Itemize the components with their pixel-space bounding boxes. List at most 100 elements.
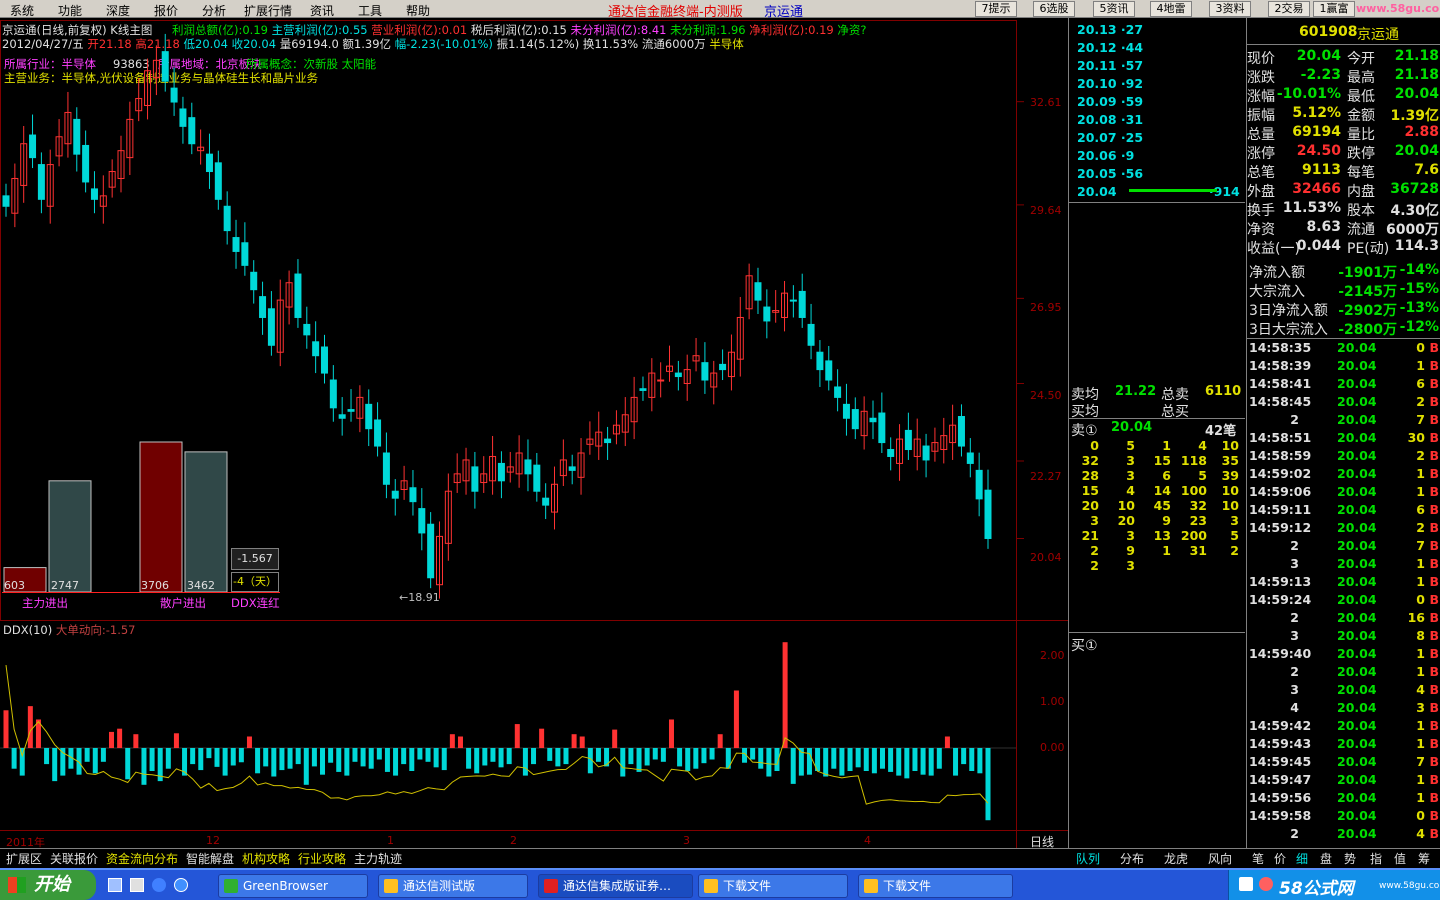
toolbar-tips-button[interactable]: 7提示 (975, 1, 1017, 17)
ask-price: 20.05 (1077, 166, 1117, 181)
trade-side: B (1429, 754, 1439, 769)
ask-level[interactable]: 20.06 ·9 (1077, 148, 1134, 163)
queue-cell: 3 (1126, 453, 1135, 468)
menu-info[interactable]: 资讯 (310, 2, 334, 19)
trade-price: 20.04 (1337, 412, 1377, 427)
tab-trend[interactable]: 势 (1344, 850, 1356, 867)
toolbar-yingfu-button[interactable]: 1赢富 (1313, 1, 1355, 17)
tab-queue[interactable]: 队列 (1076, 850, 1100, 867)
menu-help[interactable]: 帮助 (406, 2, 430, 19)
ddx-bar (888, 748, 894, 772)
tab-institution[interactable]: 机构攻略 (242, 850, 290, 867)
ime-icon[interactable] (1239, 877, 1253, 891)
ask-level[interactable]: 20.08 ·31 (1077, 112, 1143, 127)
ask-level[interactable]: 20.10 ·92 (1077, 76, 1143, 91)
toolbar-trade-button[interactable]: 2交易 (1268, 1, 1310, 17)
flow-row: 大宗流入 -2145万 -15% (1247, 281, 1440, 300)
toolbar-mine-button[interactable]: 4地雷 (1150, 1, 1192, 17)
menu-function[interactable]: 功能 (58, 2, 82, 19)
candle-body (29, 134, 37, 159)
ddx-bar (644, 748, 650, 766)
sell1-label: 卖① (1071, 423, 1098, 439)
tab-ext-area[interactable]: 扩展区 (6, 850, 42, 867)
trade-time: 14:58:45 (1249, 394, 1312, 409)
ask-level[interactable]: 20.09 ·59 (1077, 94, 1143, 109)
tab-main-track[interactable]: 主力轨迹 (354, 850, 402, 867)
tab-ticks[interactable]: 笔 (1252, 850, 1264, 867)
tab-distribution[interactable]: 分布 (1120, 850, 1144, 867)
quote-row: 振幅 5.12% 金额 1.39亿 (1247, 105, 1440, 124)
tab-detail[interactable]: 细 (1296, 850, 1308, 867)
task-tdx-integrated[interactable]: 通达信集成版证券… (538, 874, 693, 898)
folder-icon (864, 879, 878, 893)
menu-system[interactable]: 系统 (10, 2, 34, 19)
candle-body (878, 412, 886, 444)
quote-value: 69194 (1292, 124, 1341, 140)
quote-label: 涨停 (1247, 146, 1275, 162)
start-button[interactable]: 开始 (0, 870, 96, 900)
ask-level[interactable]: 20.11 ·57 (1077, 58, 1143, 73)
tab-related-quote[interactable]: 关联报价 (50, 850, 98, 867)
menu-ext-quote[interactable]: 扩展行情 (244, 2, 292, 19)
tab-board[interactable]: 盘 (1320, 850, 1332, 867)
tab-wind[interactable]: 风向 (1208, 850, 1232, 867)
trade-time: 14:59:11 (1249, 502, 1312, 517)
ask-volume: ·25 (1116, 130, 1144, 145)
trade-price: 20.04 (1337, 682, 1377, 697)
task-greenbrowser[interactable]: GreenBrowser (218, 874, 368, 898)
trade-price: 20.04 (1337, 556, 1377, 571)
tab-dragon-tiger[interactable]: 龙虎 (1164, 850, 1188, 867)
menu-depth[interactable]: 深度 (106, 2, 130, 19)
candle-body (789, 299, 797, 302)
trade-time: 14:58:39 (1249, 358, 1312, 373)
menu-tools[interactable]: 工具 (358, 2, 382, 19)
flow-row: 净流入额 -1901万 -14% (1247, 262, 1440, 281)
trade-side: B (1429, 790, 1439, 805)
toolbar-data-button[interactable]: 3资料 (1209, 1, 1251, 17)
trade-volume: 1 (1416, 484, 1425, 499)
ddx-bar (425, 748, 431, 762)
menu-analysis[interactable]: 分析 (202, 2, 226, 19)
candle-body (825, 360, 833, 381)
menu-quote[interactable]: 报价 (154, 2, 178, 19)
tab-chips[interactable]: 筹 (1418, 850, 1430, 867)
watermark: www.58gu.com (1356, 2, 1440, 15)
ask-level[interactable]: 20.05 ·56 (1077, 166, 1143, 181)
ask-price: 20.09 (1077, 94, 1117, 109)
ie-icon[interactable] (152, 878, 166, 892)
ask-level[interactable]: 20.12 ·44 (1077, 40, 1143, 55)
toolbar-news-button[interactable]: 5资讯 (1093, 1, 1135, 17)
queue-cell: 13 (1153, 528, 1171, 543)
task-tdx-test[interactable]: 通达信测试版 (378, 874, 528, 898)
ddx-bar (449, 734, 455, 748)
kline-chart[interactable] (0, 18, 1068, 848)
candle-body (205, 153, 213, 173)
task-download-2[interactable]: 下载文件 (858, 874, 1013, 898)
notepad-icon[interactable] (130, 878, 144, 892)
task-download-1[interactable]: 下载文件 (698, 874, 848, 898)
toolbar-stock-pick-button[interactable]: 6选股 (1033, 1, 1075, 17)
flow-value: -1901万 (1338, 265, 1397, 281)
tab-index[interactable]: 指 (1370, 850, 1382, 867)
tab-price[interactable]: 价 (1274, 850, 1286, 867)
quote-value: -10.01% (1276, 86, 1341, 102)
candle-body (816, 351, 824, 371)
ask-level[interactable]: 20.07 ·25 (1077, 130, 1143, 145)
tab-industry[interactable]: 行业攻略 (298, 850, 346, 867)
show-desktop-icon[interactable] (108, 878, 122, 892)
tab-value[interactable]: 值 (1394, 850, 1406, 867)
queue-cell: 10 (1221, 438, 1239, 453)
trade-time: 2 (1290, 412, 1299, 427)
taskbar: 开始 GreenBrowser 通达信测试版 通达信集成版证券… 下载文件 下载… (0, 868, 1440, 900)
ddx-bar (555, 748, 561, 767)
tray-app-icon[interactable] (1259, 877, 1273, 891)
browser-icon[interactable] (174, 878, 188, 892)
ddx-bar (823, 748, 829, 777)
tab-fund-flow[interactable]: 资金流向分布 (106, 850, 178, 867)
trade-row: 14:58:39 20.04 1 B (1249, 358, 1439, 376)
flow-label: 净流入额 (1249, 265, 1305, 281)
trade-time: 14:59:56 (1249, 790, 1312, 805)
ddx-bar (766, 748, 772, 777)
ask-level[interactable]: 20.13 ·27 (1077, 22, 1143, 37)
tab-smart-analysis[interactable]: 智能解盘 (186, 850, 234, 867)
